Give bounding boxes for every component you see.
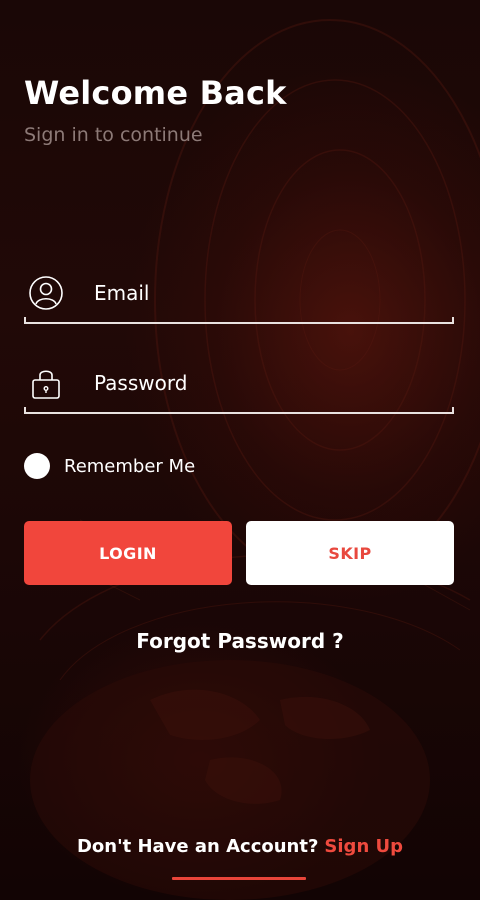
email-underline — [24, 317, 454, 324]
user-circle-icon — [28, 275, 64, 311]
page-title: Welcome Back — [24, 74, 287, 112]
remember-me-toggle[interactable]: Remember Me — [24, 452, 195, 480]
email-field-group — [24, 263, 454, 324]
signup-link[interactable]: Sign Up — [324, 836, 403, 857]
remember-me-radio[interactable] — [24, 453, 50, 479]
padlock-icon — [28, 365, 64, 401]
skip-button[interactable]: SKIP — [246, 521, 454, 585]
password-underline — [24, 407, 454, 414]
signup-row: Don't Have an Account? Sign Up — [0, 836, 480, 857]
page-subtitle: Sign in to continue — [24, 124, 203, 146]
signup-prompt: Don't Have an Account? — [76, 836, 319, 857]
forgot-password-link[interactable]: Forgot Password ? — [0, 629, 480, 653]
signup-underline — [172, 877, 306, 880]
password-input[interactable] — [94, 363, 444, 403]
password-field-group — [24, 353, 454, 414]
email-input[interactable] — [94, 273, 444, 313]
remember-me-label: Remember Me — [64, 455, 196, 477]
login-button[interactable]: LOGIN — [24, 521, 232, 585]
